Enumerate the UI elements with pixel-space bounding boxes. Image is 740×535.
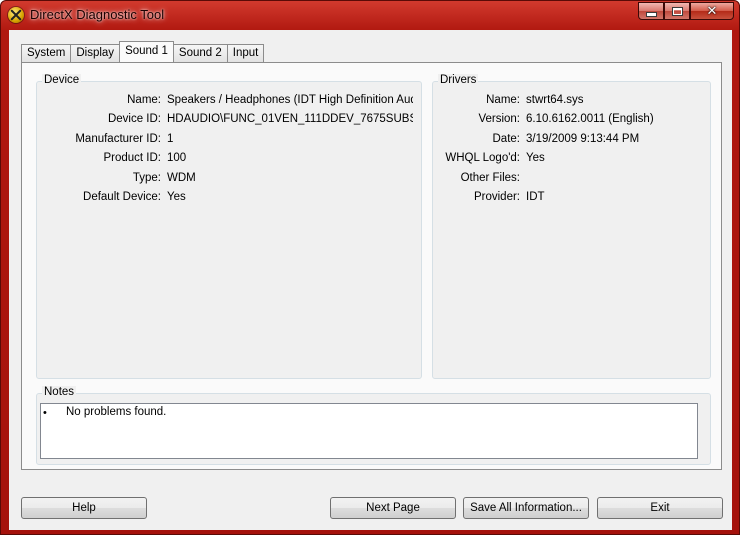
drivers-group: Drivers Name: stwrt64.sys Version: 6.10.… [432,74,712,379]
other-files-label: Other Files: [460,172,520,184]
driver-version-row: Version: 6.10.6162.0011 (English) [433,113,712,129]
product-id-value: 100 [167,152,187,164]
maximize-icon [671,6,683,16]
default-device-label: Default Device: [83,191,161,203]
title-bar[interactable]: DirectX Diagnostic Tool ✕ [1,1,739,29]
provider-row: Provider: IDT [433,191,712,207]
window-title: DirectX Diagnostic Tool [30,7,165,22]
default-device-row: Default Device: Yes [37,191,423,207]
device-id-label: Device ID: [107,113,161,125]
driver-version-value: 6.10.6162.0011 (English) [526,113,654,125]
tab-sound-1[interactable]: Sound 1 [119,41,174,62]
maximize-button[interactable] [664,2,690,20]
manufacturer-id-value: 1 [167,133,174,145]
type-value: WDM [167,172,196,184]
drivers-group-title: Drivers [438,74,479,86]
type-label: Type: [132,172,161,184]
close-icon: ✕ [706,3,718,18]
other-files-row: Other Files: [433,172,712,188]
exit-button[interactable]: Exit [597,497,723,519]
driver-date-label: Date: [492,133,521,145]
device-name-label: Name: [127,94,161,106]
tab-sound-2[interactable]: Sound 2 [172,44,228,62]
client-area: System Display Sound 1 Sound 2 Input Dev… [9,30,732,530]
tab-display[interactable]: Display [70,44,121,62]
help-button[interactable]: Help [21,497,147,519]
notes-group-title: Notes [42,386,77,398]
device-group-title: Device [42,74,82,86]
save-all-information-button[interactable]: Save All Information... [463,497,589,519]
type-row: Type: WDM [37,172,423,188]
directx-icon [8,7,24,23]
driver-date-value: 3/19/2009 9:13:44 PM [526,133,640,145]
bullet-icon: • [43,407,47,419]
whql-row: WHQL Logo'd: Yes [433,152,712,168]
tab-strip: System Display Sound 1 Sound 2 Input [21,41,265,62]
device-name-value: Speakers / Headphones (IDT High Definiti… [167,94,413,106]
notes-textbox[interactable]: • No problems found. [40,403,698,459]
note-item: No problems found. [66,406,167,418]
driver-name-row: Name: stwrt64.sys [433,94,712,110]
next-page-button[interactable]: Next Page [330,497,456,519]
product-id-row: Product ID: 100 [37,152,423,168]
driver-date-row: Date: 3/19/2009 9:13:44 PM [433,133,712,149]
driver-name-value: stwrt64.sys [526,94,584,106]
device-id-value: HDAUDIO\FUNC_01VEN_111DDEV_7675SUBSYS_1 [167,113,413,125]
manufacturer-id-label: Manufacturer ID: [75,133,161,145]
tab-input[interactable]: Input [226,44,265,62]
notes-group: Notes • No problems found. [36,386,711,465]
manufacturer-id-row: Manufacturer ID: 1 [37,133,423,149]
sound-tab-panel: Device Name: Speakers / Headphones (IDT … [21,62,722,470]
close-button[interactable]: ✕ [690,2,734,20]
provider-value: IDT [526,191,545,203]
device-group: Device Name: Speakers / Headphones (IDT … [36,74,423,379]
default-device-value: Yes [167,191,186,203]
provider-label: Provider: [473,191,520,203]
minimize-icon [645,11,657,17]
device-name-row: Name: Speakers / Headphones (IDT High De… [37,94,423,110]
dxdiag-window: DirectX Diagnostic Tool ✕ System Display… [0,0,740,535]
driver-name-label: Name: [486,94,520,106]
driver-version-label: Version: [478,113,520,125]
whql-label: WHQL Logo'd: [445,152,520,164]
whql-value: Yes [526,152,545,164]
device-id-row: Device ID: HDAUDIO\FUNC_01VEN_111DDEV_76… [37,113,423,129]
minimize-button[interactable] [638,2,664,20]
caption-buttons: ✕ [638,2,734,20]
tab-system[interactable]: System [21,44,72,62]
product-id-label: Product ID: [103,152,161,164]
